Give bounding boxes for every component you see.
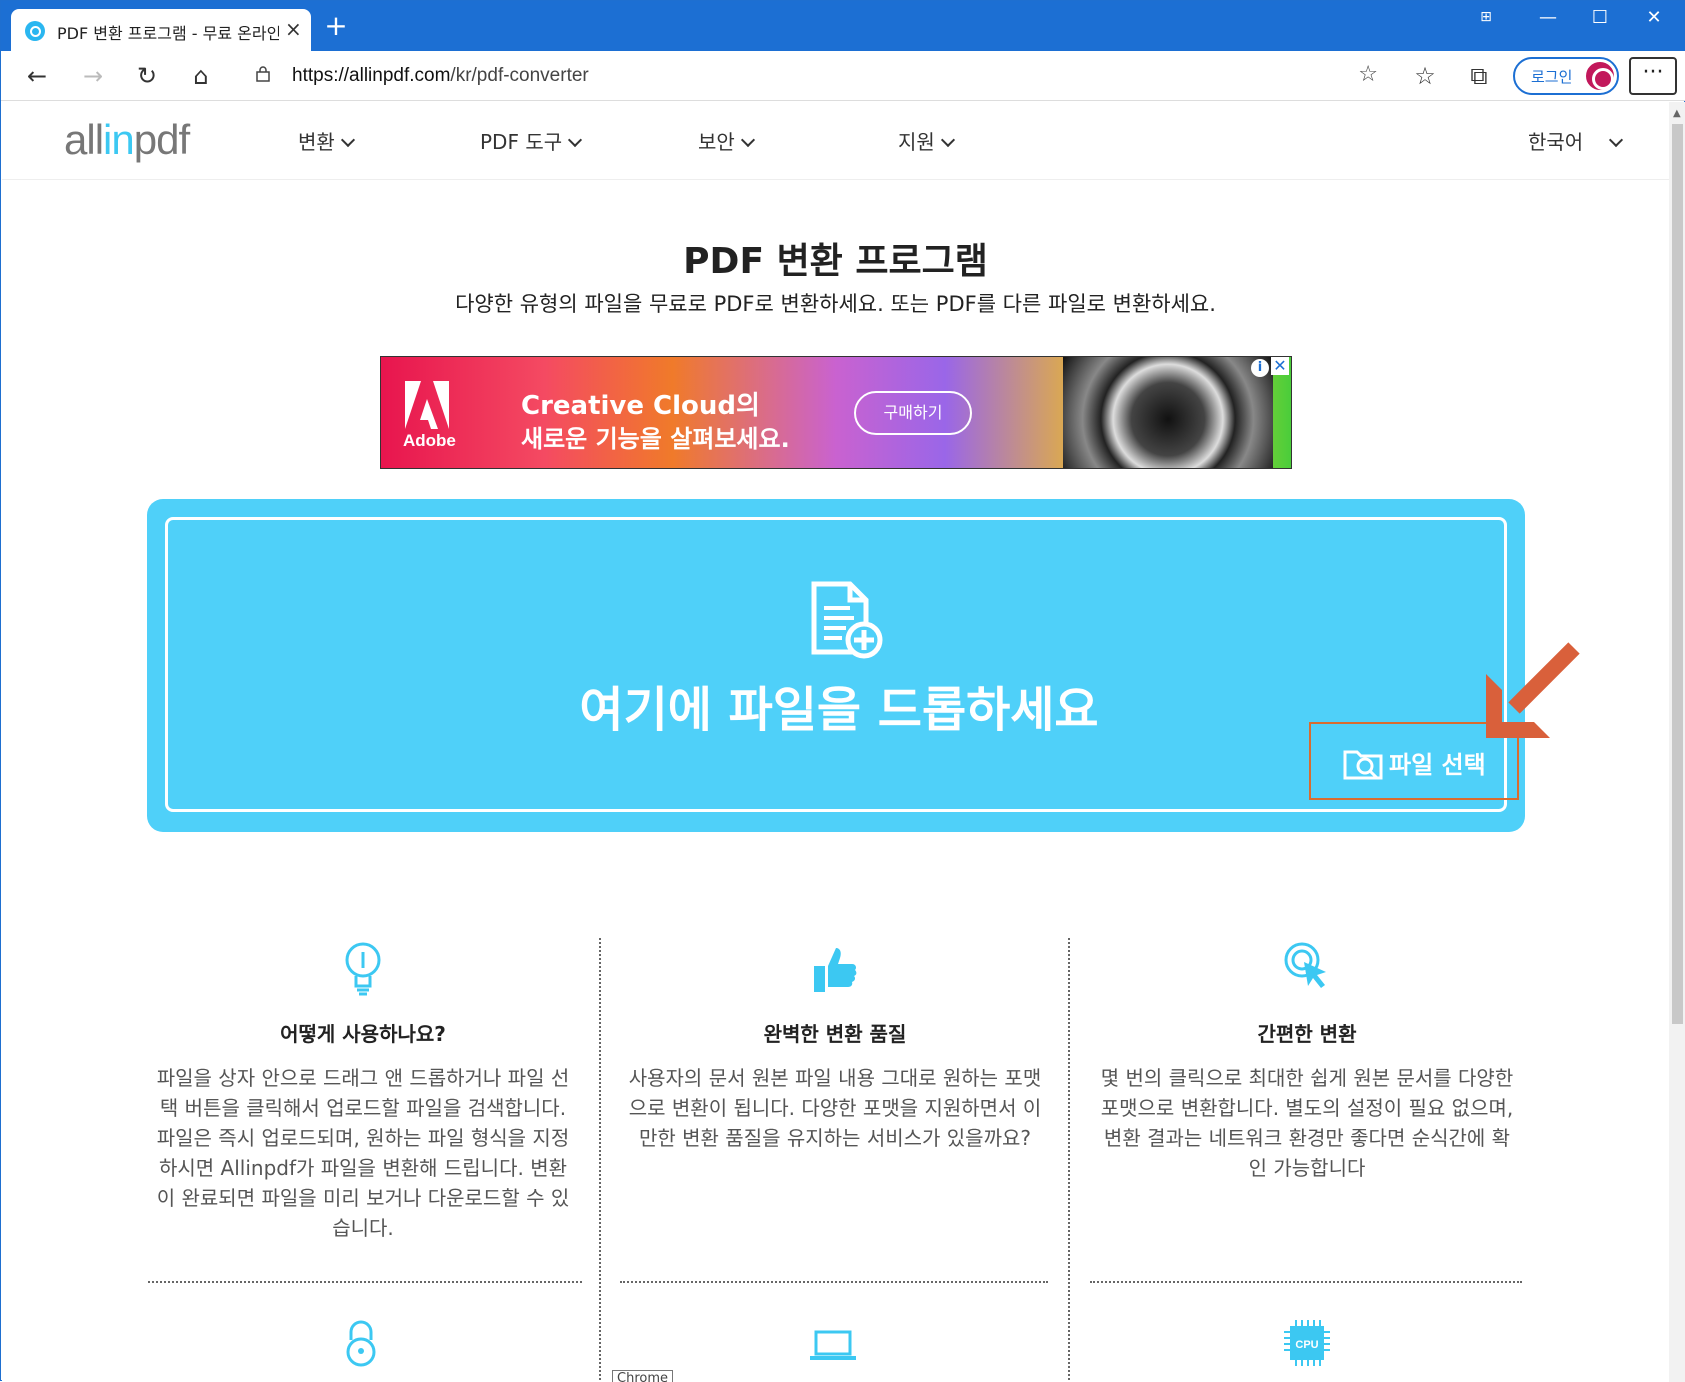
- nav-pdf-tools-label: PDF 도구: [480, 130, 563, 154]
- collections-icon[interactable]: ⧉: [1463, 61, 1495, 93]
- forward-icon[interactable]: →: [77, 61, 109, 93]
- feature-description: 사용자의 문서 원본 파일 내용 그대로 원하는 포맷으로 변환이 됩니다. 다…: [628, 1066, 1042, 1150]
- chevron-down-icon: [740, 132, 755, 148]
- web-page: allinpdf 변환 PDF 도구 보안 지원 한국어 PDF 변환 프로그램…: [2, 102, 1669, 1382]
- url-path: /kr/pdf-converter: [450, 65, 589, 86]
- nav-convert-label: 변환: [298, 130, 335, 154]
- browser-tab[interactable]: PDF 변환 프로그램 - 무료 온라인 ×: [11, 9, 311, 51]
- divider: [620, 1281, 1048, 1283]
- new-tab-button[interactable]: +: [321, 11, 351, 41]
- ad-close-icon[interactable]: ✕: [1271, 357, 1289, 375]
- nav-pdf-tools[interactable]: PDF 도구: [480, 126, 583, 155]
- settings-menu-button[interactable]: ···: [1629, 57, 1677, 95]
- minimize-button[interactable]: —: [1533, 7, 1563, 28]
- padlock-icon: [346, 1320, 376, 1367]
- ad-headline-2: 새로운 기능을 살펴보세요.: [521, 425, 790, 453]
- feature-description: 몇 번의 클릭으로 최대한 쉽게 원본 문서를 다양한 포맷으로 변환합니다. …: [1100, 1066, 1514, 1180]
- nav-support-label: 지원: [898, 130, 935, 154]
- nav-security-label: 보안: [698, 130, 735, 154]
- ad-brand: Adobe: [403, 431, 456, 450]
- chevron-down-icon: [940, 132, 955, 148]
- maximize-button[interactable]: ☐: [1585, 7, 1615, 28]
- lock-icon: [256, 66, 270, 82]
- nav-convert[interactable]: 변환: [298, 126, 355, 155]
- ad-headline-1: Creative Cloud의: [521, 391, 760, 421]
- add-favorite-icon[interactable]: ☆: [1358, 62, 1378, 87]
- folder-search-icon: [1343, 750, 1383, 780]
- ad-info-icon[interactable]: i: [1251, 359, 1269, 377]
- chevron-down-icon: [340, 132, 355, 148]
- site-logo[interactable]: allinpdf: [64, 116, 190, 164]
- page-subtitle: 다양한 유형의 파일을 무료로 PDF로 변환하세요. 또는 PDF를 다른 파…: [455, 292, 1216, 316]
- tab-title: PDF 변환 프로그램 - 무료 온라인: [57, 24, 279, 43]
- choose-file-label: 파일 선택: [1389, 751, 1486, 779]
- url-host: https://allinpdf.com: [292, 65, 451, 86]
- site-favicon-icon: [25, 21, 45, 41]
- divider: [599, 938, 601, 1382]
- page-scrollbar[interactable]: ▲: [1669, 102, 1685, 1382]
- language-selector[interactable]: 한국어: [1528, 126, 1624, 155]
- adobe-logo-icon: [405, 381, 449, 429]
- feature-title: 완벽한 변환 품질: [763, 1022, 907, 1046]
- divider: [1068, 938, 1070, 1382]
- feature-quality: 완벽한 변환 품질 사용자의 문서 원본 파일 내용 그대로 원하는 포맷으로 …: [620, 938, 1050, 1153]
- back-icon[interactable]: ←: [21, 61, 53, 93]
- feature-title: 어떻게 사용하나요?: [280, 1022, 446, 1046]
- nav-security[interactable]: 보안: [698, 126, 755, 155]
- tab-actions-icon[interactable]: ⊞: [1471, 9, 1501, 25]
- chevron-down-icon: [1609, 132, 1624, 148]
- refresh-icon[interactable]: ↻: [131, 61, 163, 93]
- logo-part-3: pdf: [133, 116, 190, 163]
- feature-title: 간편한 변환: [1257, 1022, 1357, 1046]
- logo-part-2: in: [103, 116, 135, 163]
- tab-strip: PDF 변환 프로그램 - 무료 온라인 × + ⊞ — ☐ ✕: [1, 1, 1685, 51]
- chevron-down-icon: [568, 132, 583, 148]
- profile-avatar: [1586, 62, 1614, 90]
- favorites-icon[interactable]: ☆: [1409, 61, 1441, 93]
- nav-support[interactable]: 지원: [898, 126, 955, 155]
- page-title: PDF 변환 프로그램: [683, 241, 988, 282]
- feature-how-to-use: 어떻게 사용하나요? 파일을 상자 안으로 드래그 앤 드롭하거나 파일 선택 …: [148, 938, 578, 1243]
- feature-easy-conversion: 간편한 변환 몇 번의 클릭으로 최대한 쉽게 원본 문서를 다양한 포맷으로 …: [1092, 938, 1522, 1183]
- thumbs-up-icon: [814, 948, 857, 992]
- login-button[interactable]: 로그인: [1513, 57, 1619, 95]
- annotation-arrow-icon: [1486, 642, 1580, 738]
- cpu-label: CPU: [1295, 1339, 1318, 1351]
- ad-artwork: [1063, 357, 1273, 468]
- site-header: allinpdf 변환 PDF 도구 보안 지원 한국어: [2, 102, 1669, 180]
- url-text[interactable]: https://allinpdf.com/kr/pdf-converter: [292, 65, 589, 87]
- divider: [148, 1281, 582, 1283]
- scroll-up-icon[interactable]: ▲: [1673, 108, 1681, 119]
- add-document-icon: [811, 581, 883, 659]
- browser-toolbar: ← → ↻ ⌂ https://allinpdf.com/kr/pdf-conv…: [1, 51, 1685, 101]
- ad-banner[interactable]: Adobe Creative Cloud의 새로운 기능을 살펴보세요. 구매하…: [380, 356, 1292, 469]
- ad-buy-button[interactable]: 구매하기: [854, 391, 972, 435]
- language-label: 한국어: [1528, 130, 1584, 154]
- address-bar[interactable]: https://allinpdf.com/kr/pdf-converter ☆: [236, 56, 1386, 96]
- home-icon[interactable]: ⌂: [185, 61, 217, 93]
- feature-description: 파일을 상자 안으로 드래그 앤 드롭하거나 파일 선택 버튼을 클릭해서 업로…: [156, 1066, 570, 1240]
- drop-zone-border: 여기에 파일을 드롭하세요 파일 선택: [165, 517, 1519, 812]
- laptop-icon: [810, 1330, 856, 1360]
- lightbulb-icon: [345, 942, 381, 996]
- close-tab-icon[interactable]: ×: [285, 17, 302, 41]
- scrollbar-thumb[interactable]: [1672, 124, 1683, 1024]
- tooltip: Chrome: [612, 1370, 673, 1382]
- cpu-icon: CPU: [1284, 1320, 1330, 1366]
- click-pointer-icon: [1284, 942, 1326, 988]
- divider: [1090, 1281, 1522, 1283]
- logo-part-1: all: [64, 116, 104, 163]
- browser-window: PDF 변환 프로그램 - 무료 온라인 × + ⊞ — ☐ ✕ ← → ↻ ⌂…: [0, 0, 1685, 1382]
- close-window-button[interactable]: ✕: [1639, 7, 1669, 28]
- login-label: 로그인: [1531, 68, 1573, 86]
- file-drop-zone[interactable]: 여기에 파일을 드롭하세요 파일 선택: [147, 499, 1525, 832]
